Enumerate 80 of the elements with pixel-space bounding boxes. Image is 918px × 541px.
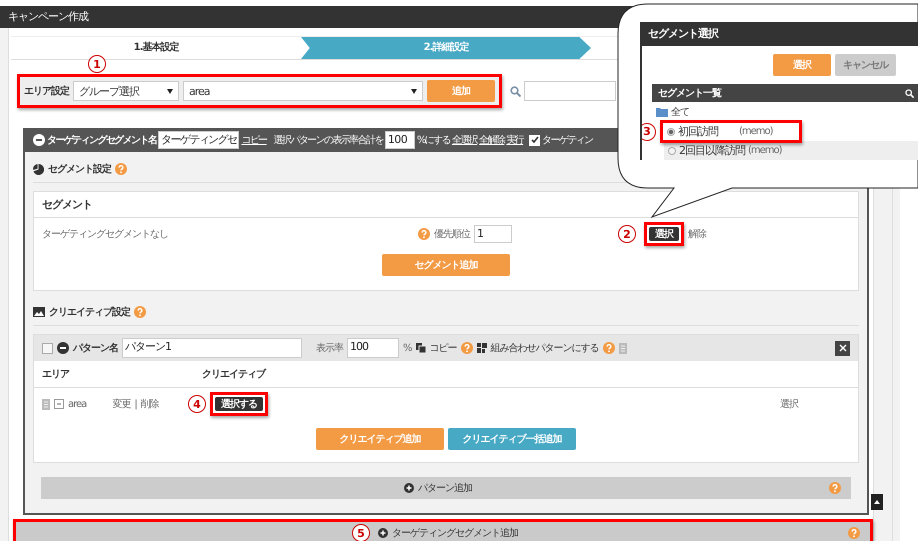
radio-button[interactable] — [668, 146, 676, 154]
radio-button[interactable] — [667, 128, 675, 136]
plus-icon — [378, 528, 388, 538]
group-select[interactable]: グループ選択 — [73, 81, 179, 101]
priority-label: 優先順位 — [434, 228, 470, 241]
add-pattern-bar[interactable]: パターン追加 — [41, 477, 851, 499]
collapse-icon[interactable] — [54, 399, 64, 409]
segment-name-label: ターゲティングセグメント名 — [47, 134, 156, 147]
segment-status-text: ターゲティングセグメントなし — [42, 228, 169, 241]
ratio-label: 選択パターンの表示率合計を — [274, 134, 383, 147]
close-icon — [838, 344, 846, 352]
ratio-suffix: %にする — [416, 134, 450, 147]
pattern-name-field[interactable]: パターン1 — [122, 338, 302, 358]
search-field[interactable] — [524, 81, 616, 101]
rate-field[interactable]: 100 — [347, 338, 399, 358]
area-name: area — [68, 398, 86, 410]
copy-link[interactable]: コピー — [241, 133, 267, 147]
search-icon — [905, 88, 914, 98]
image-icon — [33, 307, 45, 317]
folder-icon — [656, 107, 668, 117]
callout-number: 1 — [88, 55, 106, 73]
plus-icon — [404, 483, 414, 493]
document-icon — [618, 342, 627, 354]
column-header: エリア — [42, 368, 70, 381]
action-link[interactable]: 実行 — [506, 133, 524, 147]
callout-number: 4 — [188, 395, 206, 413]
help-icon[interactable] — [848, 527, 860, 539]
section-title: セグメント設定 — [48, 162, 111, 176]
scroll-top-button[interactable] — [871, 494, 883, 510]
help-icon[interactable] — [115, 163, 127, 175]
search-icon — [510, 86, 521, 96]
action-link[interactable]: 全解除 — [479, 133, 504, 147]
segment-name: 2回目以降訪問 — [679, 143, 745, 158]
grid-icon — [476, 343, 487, 353]
priority-field[interactable]: 1 — [474, 225, 512, 243]
select-creative-button[interactable]: 選択する — [215, 397, 263, 411]
callout-number: 2 — [618, 225, 636, 243]
list-title: セグメント一覧 — [658, 86, 721, 100]
help-icon[interactable] — [418, 228, 430, 240]
section-title: クリエイティブ設定 — [49, 305, 130, 319]
collapse-icon[interactable] — [57, 342, 69, 354]
release-link[interactable]: 解除 — [688, 227, 706, 241]
close-button[interactable] — [835, 340, 850, 356]
add-segment-label: ターゲティングセグメント追加 — [392, 526, 518, 540]
rate-label: 表示率 — [316, 342, 343, 355]
separator-text: | — [134, 398, 137, 410]
delete-link[interactable]: 削除 — [140, 397, 159, 411]
combine-pattern-link[interactable]: 組み合わせパターンにする — [490, 341, 599, 355]
help-icon[interactable] — [460, 342, 473, 354]
pie-chart-icon — [33, 164, 44, 174]
action-link[interactable]: 全選択 — [452, 133, 478, 147]
add-pattern-label: パターン追加 — [418, 482, 472, 495]
help-icon[interactable] — [829, 482, 841, 494]
pattern-name-label: パターン名 — [73, 342, 118, 355]
checkbox-label: ターゲティン — [542, 134, 593, 147]
column-header: クリエイティブ — [202, 368, 265, 381]
area-select[interactable]: area — [183, 81, 423, 101]
area-setting-label: エリア設定 — [24, 84, 69, 98]
document-icon — [42, 398, 50, 410]
select-text: 選択 — [780, 398, 798, 411]
copy-icon — [416, 343, 426, 353]
callout-number: 3 — [642, 122, 656, 140]
percent-sign: % — [403, 342, 412, 354]
ratio-field[interactable]: 100 — [384, 131, 415, 149]
add-segment-bar[interactable]: 5 ターゲティングセグメント追加 — [16, 522, 870, 541]
select-button[interactable]: 選択 — [649, 227, 679, 241]
dialog-title: セグメント選択 — [642, 22, 918, 46]
callout-number: 5 — [352, 524, 370, 541]
copy-link[interactable]: コピー — [430, 341, 457, 355]
segment-name: 初回訪問 — [678, 124, 718, 139]
segment-memo: (memo) — [748, 145, 782, 156]
segment-name-field[interactable]: ターゲティングセ — [158, 131, 240, 149]
help-icon[interactable] — [602, 342, 615, 354]
change-link[interactable]: 変更 — [112, 397, 130, 411]
collapse-icon[interactable] — [33, 134, 45, 146]
checkbox[interactable] — [42, 342, 53, 354]
folder-name: 全て — [671, 106, 689, 119]
help-icon[interactable] — [134, 306, 146, 318]
segment-memo: (memo) — [739, 126, 773, 137]
up-arrow-icon — [874, 500, 880, 504]
